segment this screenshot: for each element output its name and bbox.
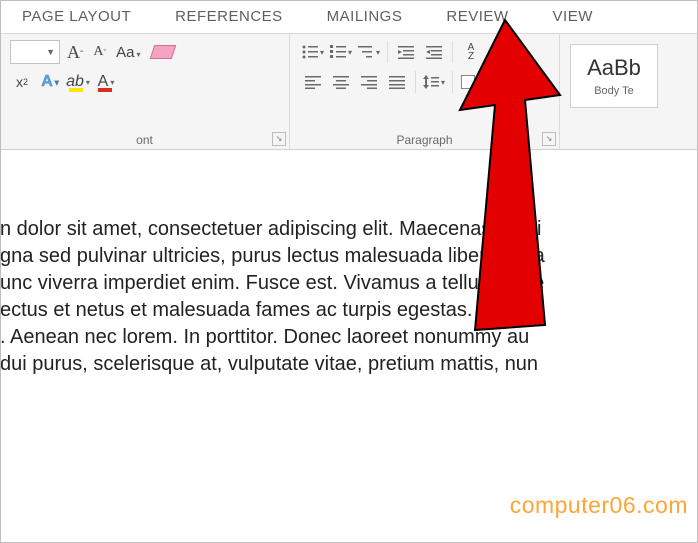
font-group-label: ont [0,133,289,147]
document-area: n dolor sit amet, consectetuer adipiscin… [0,150,698,378]
increase-indent-button[interactable] [421,40,447,64]
separator [415,71,416,93]
justify-button[interactable] [384,70,410,94]
tab-review[interactable]: REVIEW [424,8,530,25]
tab-references[interactable]: REFERENCES [153,8,305,25]
style-preview: AaBb [587,55,641,81]
change-case-button[interactable]: Aa▾ [113,44,143,61]
text-effects-button[interactable]: A▾ [38,70,62,94]
separator [452,71,453,93]
multilevel-list-button[interactable]: ▾ [356,40,382,64]
style-name: Body Te [594,85,634,97]
font-dialog-launcher[interactable]: ↘ [272,132,286,146]
style-body-text[interactable]: AaBb Body Te [570,44,658,108]
subscript-button[interactable]: x2 [10,70,34,94]
ribbon-tabs: PAGE LAYOUT REFERENCES MAILINGS REVIEW V… [0,0,698,34]
numbering-button[interactable]: ▾ [328,40,354,64]
tab-view[interactable]: VIEW [531,8,615,25]
sort-button[interactable]: AZ [458,40,484,64]
styles-group: AaBb Body Te [560,34,698,149]
document-body-text[interactable]: n dolor sit amet, consectetuer adipiscin… [0,216,698,378]
shading-button[interactable]: ▾ [458,70,484,94]
show-hide-button[interactable]: ¶ [486,40,512,64]
font-size-select[interactable]: ▼ [10,40,60,64]
align-right-button[interactable] [356,70,382,94]
watermark-text: computer06.com [510,492,688,519]
clear-formatting-icon[interactable] [149,45,176,59]
align-center-button[interactable] [328,70,354,94]
align-left-button[interactable] [300,70,326,94]
ribbon: ▼ Aˆ Aˇ Aa▾ x2 A▾ ab ▾ [0,34,698,150]
paragraph-group-label: Paragraph [290,133,559,147]
paragraph-dialog-launcher[interactable]: ↘ [542,132,556,146]
separator [452,41,453,63]
shrink-font-button[interactable]: Aˇ [90,44,109,60]
font-group: ▼ Aˆ Aˇ Aa▾ x2 A▾ ab ▾ [0,34,290,149]
decrease-indent-button[interactable] [393,40,419,64]
tab-page-layout[interactable]: PAGE LAYOUT [0,8,153,25]
separator [387,41,388,63]
line-spacing-button[interactable]: ▾ [421,70,447,94]
paragraph-group: ▾ ▾ ▾ AZ ¶ [290,34,560,149]
borders-button[interactable]: ▾ [486,70,512,94]
font-color-button[interactable]: A ▾ [94,70,118,94]
bullets-button[interactable]: ▾ [300,40,326,64]
highlight-button[interactable]: ab ▾ [66,70,90,94]
tab-mailings[interactable]: MAILINGS [305,8,425,25]
grow-font-button[interactable]: Aˆ [64,42,86,63]
chevron-down-icon: ▼ [46,47,55,57]
